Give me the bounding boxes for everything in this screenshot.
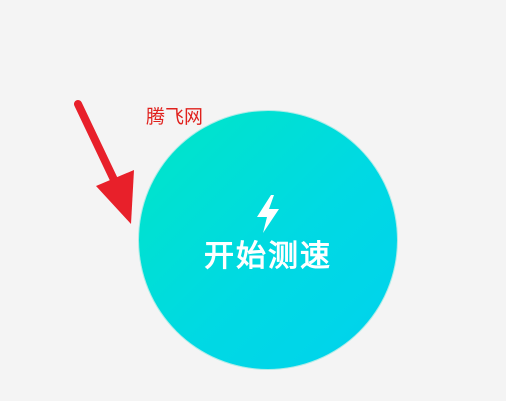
start-speed-test-label: 开始测速 [204, 239, 332, 274]
lightning-bolt-icon [257, 195, 279, 233]
start-speed-test-button[interactable]: 开始测速 [139, 111, 397, 369]
